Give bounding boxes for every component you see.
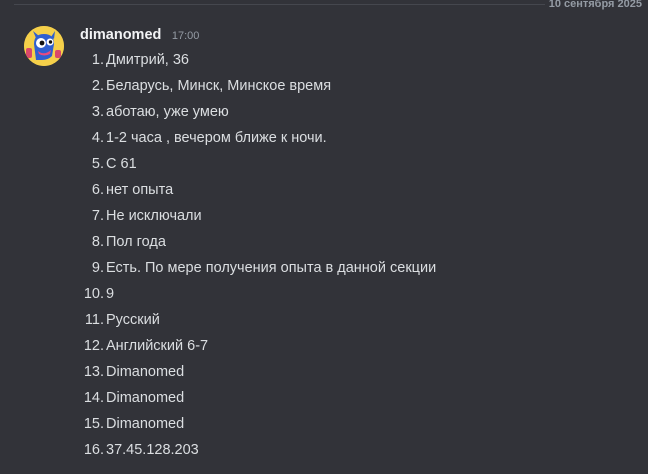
- list-item-number: 7.: [91, 208, 104, 224]
- date-divider-label: 10 сентября 2025: [544, 0, 646, 10]
- list-item-text: 37.45.128.203: [106, 442, 199, 458]
- list-item-number: 2.: [91, 78, 104, 94]
- list-item: 2. Беларусь, Минск, Минское время: [80, 76, 436, 102]
- list-item: 11. Русский: [80, 310, 436, 336]
- list-item-number: 8.: [91, 234, 104, 250]
- list-item-number: 15.: [83, 416, 104, 432]
- list-item-number: 10.: [83, 286, 104, 302]
- list-item: 4. 1-2 часа , вечером ближе к ночи.: [80, 128, 436, 154]
- list-item-number: 3.: [91, 104, 104, 120]
- list-item-text: Есть. По мере получения опыта в данной с…: [106, 260, 437, 276]
- list-item: 8. Пол года: [80, 232, 436, 258]
- list-item-number: 5.: [91, 156, 104, 172]
- list-item-text: Пол года: [106, 234, 166, 250]
- list-item-text: аботаю, уже умею: [106, 104, 229, 120]
- list-item-text: Dimanomed: [106, 390, 185, 406]
- list-item: 14. Dimanomed: [80, 388, 436, 414]
- list-item-text: 9: [106, 286, 115, 302]
- list-item-number: 16.: [83, 442, 104, 458]
- list-item-text: Русский: [106, 312, 160, 328]
- list-item-number: 1.: [91, 52, 104, 68]
- list-item-number: 11.: [84, 312, 104, 328]
- list-item-text: С 61: [106, 156, 137, 172]
- timestamp[interactable]: 17:00: [172, 30, 200, 42]
- chat-area: 10 сентября 2025 dimanomed 17:00 1. Дмит…: [0, 0, 648, 474]
- list-item-number: 12.: [83, 338, 104, 354]
- list-item-text: Беларусь, Минск, Минское время: [106, 78, 332, 94]
- list-item: 9. Есть. По мере получения опыта в данной…: [80, 258, 436, 284]
- list-item-text: Английский 6-7: [106, 338, 209, 354]
- list-item-number: 14.: [83, 390, 104, 406]
- list-item-number: 4.: [91, 130, 104, 146]
- list-item: 13. Dimanomed: [80, 362, 436, 388]
- list-item-number: 9.: [91, 260, 104, 276]
- list-item: 5. С 61: [80, 154, 436, 180]
- list-item-text: Dimanomed: [106, 416, 185, 432]
- list-item: 12. Английский 6-7: [80, 336, 436, 362]
- list-item-number: 6.: [91, 182, 104, 198]
- avatar[interactable]: [24, 26, 64, 66]
- list-item: 10. 9: [80, 284, 436, 310]
- list-item: 15. Dimanomed: [80, 414, 436, 440]
- blue-monster-avatar-icon: [24, 26, 64, 66]
- list-item-text: Dimanomed: [106, 364, 185, 380]
- list-item-text: нет опыта: [106, 182, 174, 198]
- list-item-text: Не исключали: [106, 208, 202, 224]
- list-item: 6. нет опыта: [80, 180, 436, 206]
- list-item-text: Дмитрий, 36: [106, 52, 189, 68]
- list-item: 16. 37.45.128.203: [80, 440, 436, 466]
- username[interactable]: dimanomed: [80, 27, 161, 43]
- list-item: 3. аботаю, уже умею: [80, 102, 436, 128]
- answer-list: 1. Дмитрий, 36 2. Беларусь, Минск, Минское…: [80, 50, 436, 466]
- message-header: dimanomed 17:00: [80, 26, 199, 44]
- list-item: 1. Дмитрий, 36: [80, 50, 436, 76]
- list-item-text: 1-2 часа , вечером ближе к ночи.: [106, 130, 327, 146]
- list-item-number: 13.: [83, 364, 104, 380]
- list-item: 7. Не исключали: [80, 206, 436, 232]
